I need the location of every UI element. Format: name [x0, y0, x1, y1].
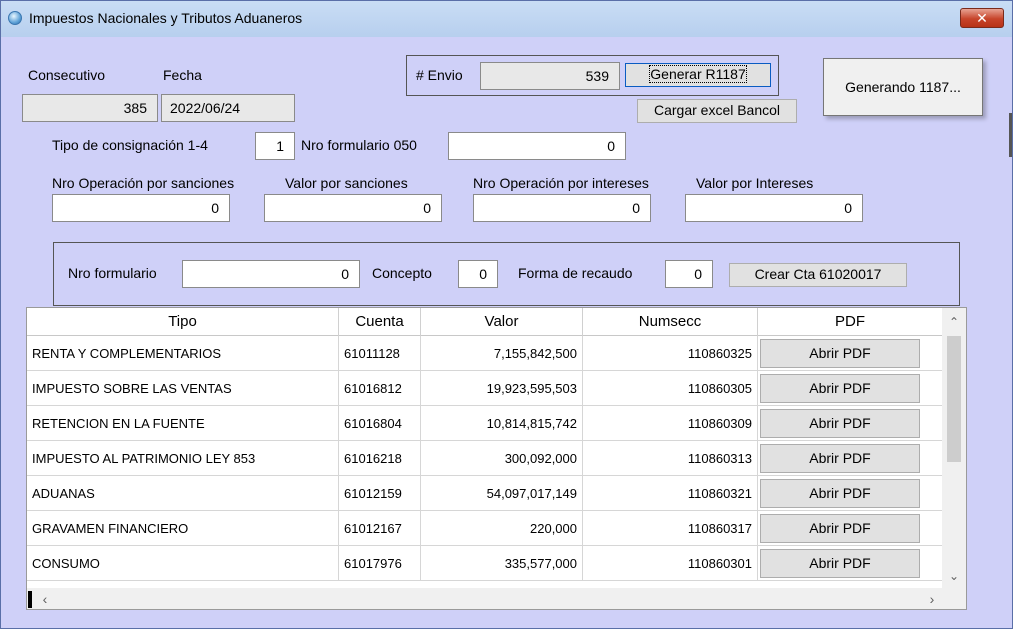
taxes-grid: Tipo Cuenta Valor Numsecc PDF RENTA Y CO… [26, 307, 967, 610]
window-edge-mark [1009, 113, 1012, 157]
cell-pdf: Abrir PDF [758, 336, 942, 371]
nro-op-intereses-label: Nro Operación por intereses [473, 175, 649, 191]
abrir-pdf-button[interactable]: Abrir PDF [760, 549, 920, 578]
cell-cuenta: 61017976 [339, 546, 421, 581]
abrir-pdf-button[interactable]: Abrir PDF [760, 409, 920, 438]
vertical-scroll-thumb[interactable] [947, 336, 961, 462]
nro-op-sanciones-input[interactable]: 0 [52, 194, 230, 222]
nro-formulario-input[interactable]: 0 [182, 260, 360, 288]
cell-numsecc: 110860309 [583, 406, 758, 441]
vertical-scrollbar[interactable]: ⌃ ⌄ [942, 308, 966, 588]
cell-tipo: ADUANAS [27, 476, 339, 511]
nro-formulario-050-label: Nro formulario 050 [301, 137, 417, 153]
nro-op-intereses-input[interactable]: 0 [473, 194, 651, 222]
cell-numsecc: 110860321 [583, 476, 758, 511]
horizontal-scroll-thumb[interactable] [28, 591, 32, 608]
table-row[interactable]: IMPUESTO AL PATRIMONIO LEY 853 61016218 … [27, 441, 942, 476]
abrir-pdf-button[interactable]: Abrir PDF [760, 444, 920, 473]
table-row[interactable]: RENTA Y COMPLEMENTARIOS 61011128 7,155,8… [27, 336, 942, 371]
cell-valor: 19,923,595,503 [421, 371, 583, 406]
consecutivo-field: 385 [22, 94, 158, 122]
cargar-excel-button[interactable]: Cargar excel Bancol [637, 99, 797, 123]
scroll-left-arrow-icon[interactable]: ‹ [33, 589, 57, 609]
concepto-input[interactable]: 0 [458, 260, 498, 288]
table-row[interactable]: ADUANAS 61012159 54,097,017,149 11086032… [27, 476, 942, 511]
main-window: Impuestos Nacionales y Tributos Aduanero… [0, 0, 1013, 629]
cell-cuenta: 61016804 [339, 406, 421, 441]
forma-recaudo-label: Forma de recaudo [518, 265, 633, 281]
abrir-pdf-button[interactable]: Abrir PDF [760, 514, 920, 543]
concepto-label: Concepto [372, 265, 432, 281]
cell-numsecc: 110860317 [583, 511, 758, 546]
cell-pdf: Abrir PDF [758, 371, 942, 406]
cell-numsecc: 110860313 [583, 441, 758, 476]
scroll-up-arrow-icon[interactable]: ⌃ [942, 312, 966, 332]
window-title: Impuestos Nacionales y Tributos Aduanero… [29, 10, 303, 26]
envio-field: 539 [480, 62, 620, 90]
column-header-valor[interactable]: Valor [421, 308, 583, 336]
cell-valor: 220,000 [421, 511, 583, 546]
table-row[interactable]: CONSUMO 61017976 335,577,000 110860301 A… [27, 546, 942, 581]
grid-header: Tipo Cuenta Valor Numsecc PDF [27, 308, 942, 336]
cell-valor: 10,814,815,742 [421, 406, 583, 441]
valor-sanciones-input[interactable]: 0 [264, 194, 442, 222]
crear-cta-button[interactable]: Crear Cta 61020017 [729, 263, 907, 287]
column-header-numsecc[interactable]: Numsecc [583, 308, 758, 336]
abrir-pdf-button[interactable]: Abrir PDF [760, 479, 920, 508]
consecutivo-label: Consecutivo [28, 67, 106, 83]
cell-cuenta: 61011128 [339, 336, 421, 371]
column-header-pdf[interactable]: PDF [758, 308, 942, 336]
abrir-pdf-button[interactable]: Abrir PDF [760, 374, 920, 403]
abrir-pdf-button[interactable]: Abrir PDF [760, 339, 920, 368]
generar-r1187-label: Generar R1187 [649, 65, 747, 83]
progress-popup: Generando 1187... [823, 58, 983, 116]
valor-intereses-label: Valor por Intereses [696, 175, 814, 191]
cell-numsecc: 110860325 [583, 336, 758, 371]
table-row[interactable]: GRAVAMEN FINANCIERO 61012167 220,000 110… [27, 511, 942, 546]
cell-tipo: RETENCION EN LA FUENTE [27, 406, 339, 441]
cell-numsecc: 110860301 [583, 546, 758, 581]
cell-pdf: Abrir PDF [758, 441, 942, 476]
cell-pdf: Abrir PDF [758, 546, 942, 581]
forma-recaudo-input[interactable]: 0 [665, 260, 713, 288]
table-row[interactable]: IMPUESTO SOBRE LAS VENTAS 61016812 19,92… [27, 371, 942, 406]
cell-pdf: Abrir PDF [758, 511, 942, 546]
envio-label: # Envio [416, 67, 463, 83]
tipo-consignacion-input[interactable]: 1 [255, 132, 295, 160]
fecha-label: Fecha [163, 67, 202, 83]
scroll-right-arrow-icon[interactable]: › [920, 589, 944, 609]
cell-pdf: Abrir PDF [758, 476, 942, 511]
cell-valor: 335,577,000 [421, 546, 583, 581]
fecha-field: 2022/06/24 [161, 94, 295, 122]
cell-cuenta: 61016812 [339, 371, 421, 406]
cell-numsecc: 110860305 [583, 371, 758, 406]
column-header-tipo[interactable]: Tipo [27, 308, 339, 336]
nro-formulario-050-input[interactable]: 0 [448, 132, 626, 160]
cell-cuenta: 61016218 [339, 441, 421, 476]
cell-tipo: GRAVAMEN FINANCIERO [27, 511, 339, 546]
nro-formulario-label: Nro formulario [68, 265, 157, 281]
column-header-cuenta[interactable]: Cuenta [339, 308, 421, 336]
cell-tipo: CONSUMO [27, 546, 339, 581]
valor-intereses-input[interactable]: 0 [685, 194, 863, 222]
cell-valor: 7,155,842,500 [421, 336, 583, 371]
valor-sanciones-label: Valor por sanciones [285, 175, 408, 191]
cell-tipo: RENTA Y COMPLEMENTARIOS [27, 336, 339, 371]
cell-valor: 300,092,000 [421, 441, 583, 476]
tipo-consignacion-label: Tipo de consignación 1-4 [52, 137, 208, 153]
cell-tipo: IMPUESTO SOBRE LAS VENTAS [27, 371, 339, 406]
table-row[interactable]: RETENCION EN LA FUENTE 61016804 10,814,8… [27, 406, 942, 441]
cell-pdf: Abrir PDF [758, 406, 942, 441]
title-bar[interactable]: Impuestos Nacionales y Tributos Aduanero… [1, 1, 1012, 37]
nro-op-sanciones-label: Nro Operación por sanciones [52, 175, 235, 191]
cell-valor: 54,097,017,149 [421, 476, 583, 511]
cell-tipo: IMPUESTO AL PATRIMONIO LEY 853 [27, 441, 339, 476]
horizontal-scrollbar[interactable]: ‹ › [27, 588, 966, 609]
scroll-down-arrow-icon[interactable]: ⌄ [942, 566, 966, 586]
cell-cuenta: 61012167 [339, 511, 421, 546]
cell-cuenta: 61012159 [339, 476, 421, 511]
close-button[interactable]: ✕ [960, 8, 1004, 28]
app-globe-icon [8, 11, 22, 25]
generar-r1187-button[interactable]: Generar R1187 [625, 63, 771, 87]
